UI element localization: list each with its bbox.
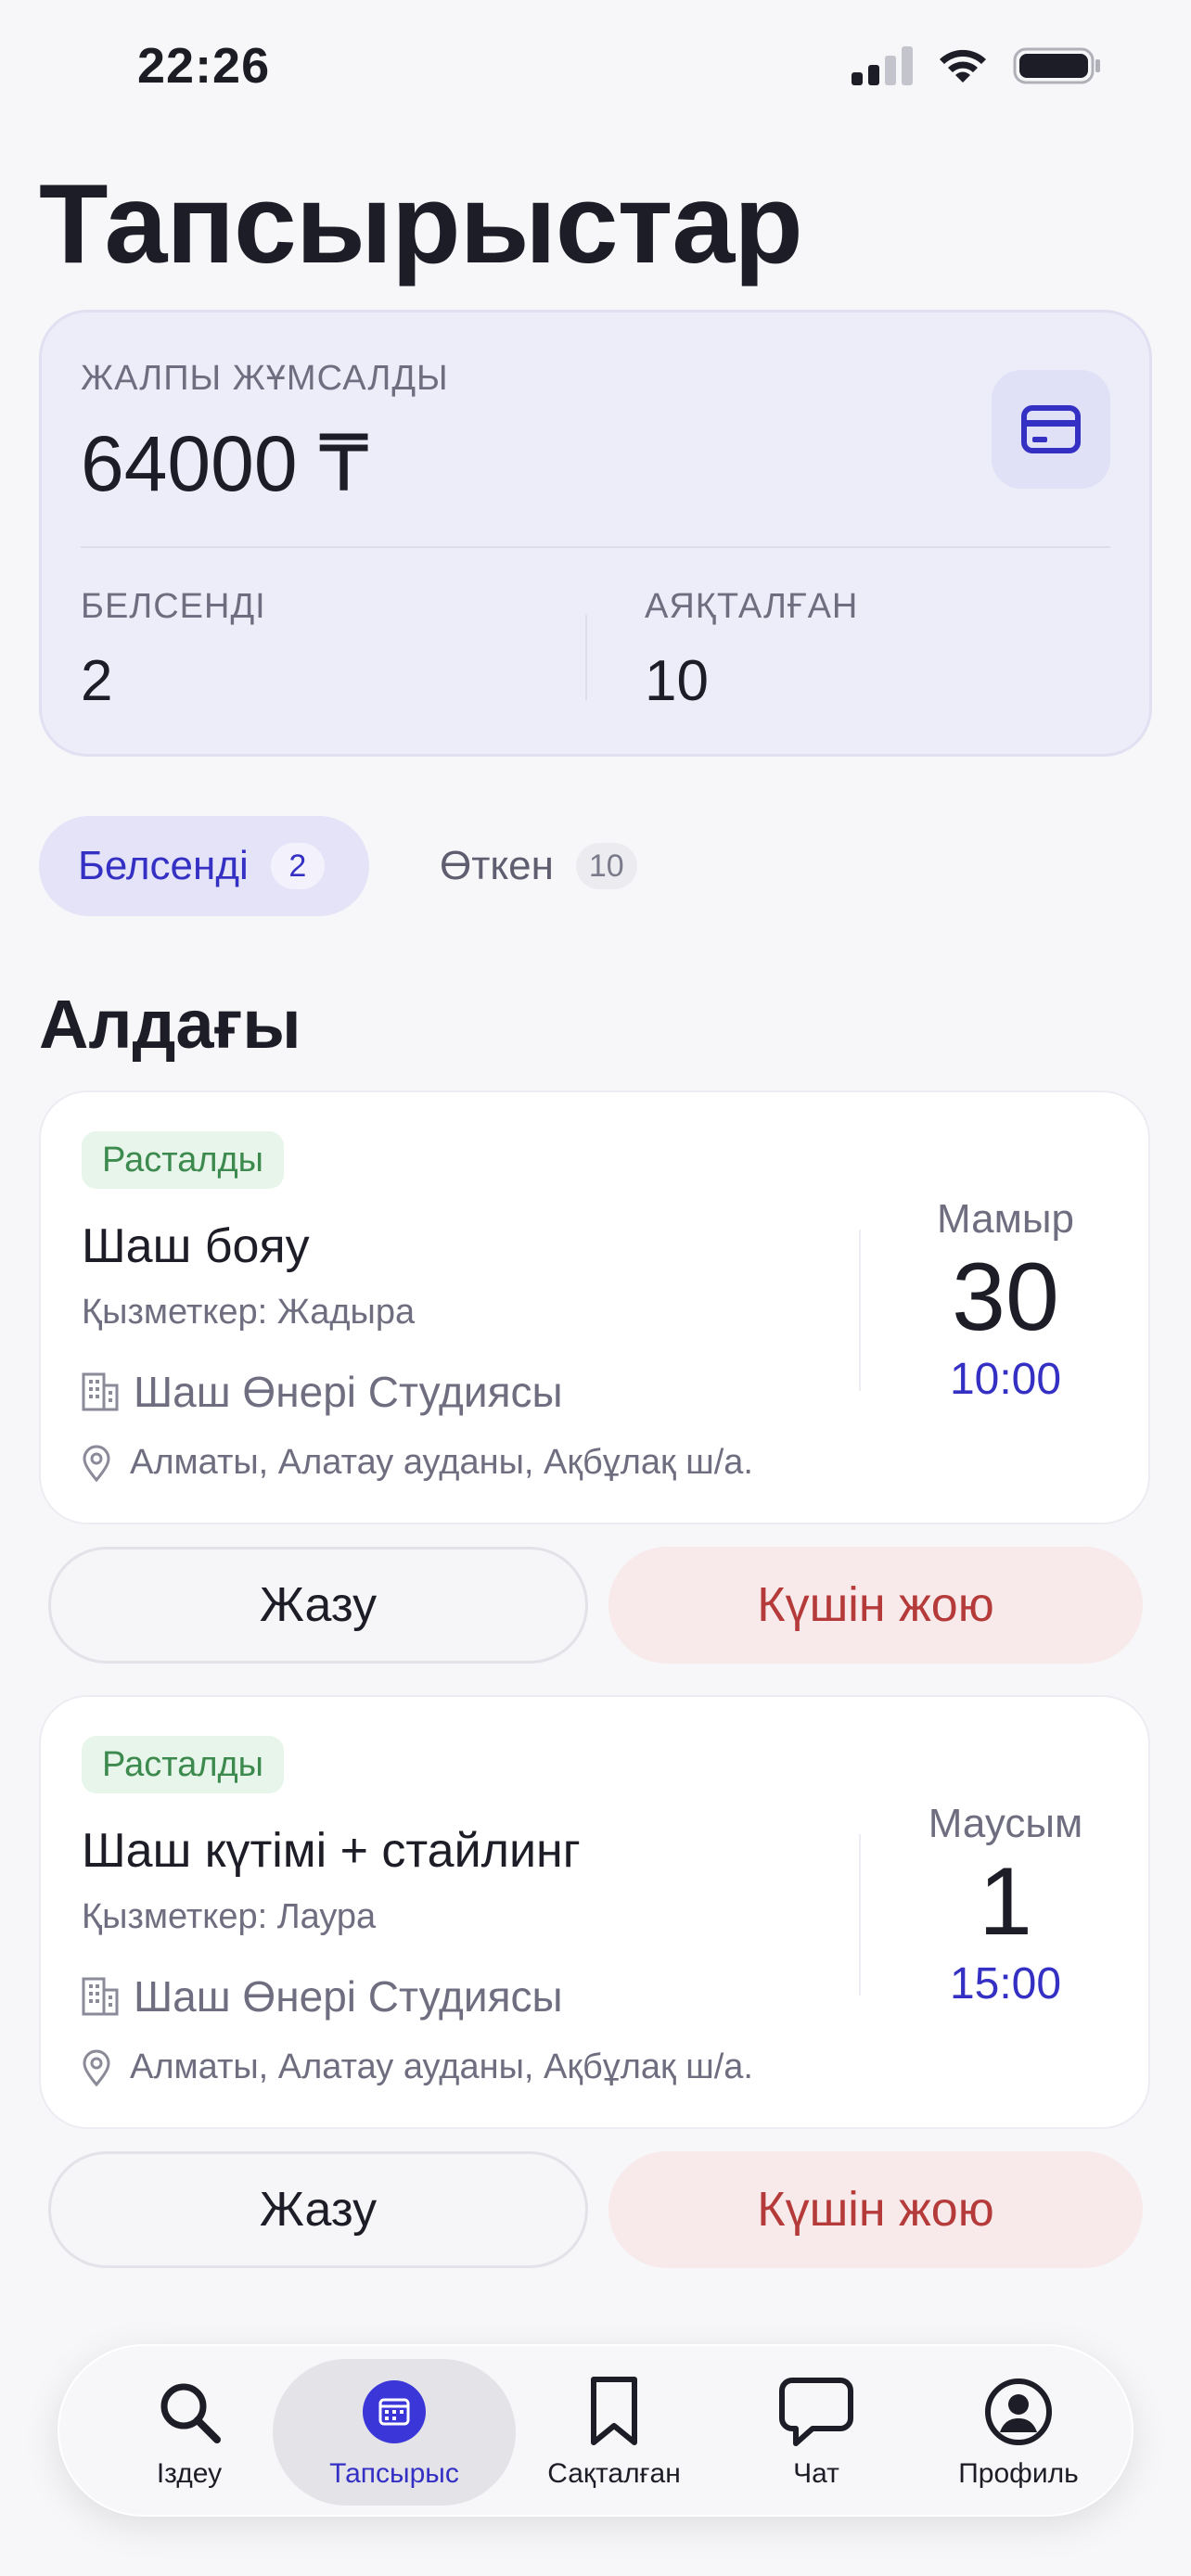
appointment-card[interactable]: Расталды Шаш күтімі + стайлинг Қызметкер… (39, 1695, 1150, 2129)
date-block: Мамыр 30 10:00 (876, 1196, 1135, 1405)
active-count-label: БЕЛСЕНДІ (81, 587, 266, 626)
address-row: Алматы, Алатау ауданы, Ақбұлақ ш/а. (82, 1443, 753, 1483)
summary-divider (81, 546, 1110, 548)
tab-active-label: Белсенді (78, 843, 249, 888)
calendar-icon (357, 2375, 431, 2449)
date-divider (859, 1230, 861, 1391)
tab-active[interactable]: Белсенді 2 (39, 816, 369, 916)
summary-card: ЖАЛПЫ ЖҰМСАЛДЫ 64000 ₸ БЕЛСЕНДІ 2 АЯҚТАЛ… (39, 310, 1152, 757)
wifi-icon (940, 49, 986, 83)
service-name: Шаш күтімі + стайлинг (82, 1824, 581, 1878)
nav-label: Іздеу (156, 2458, 223, 2489)
battery-icon (1013, 47, 1100, 84)
credit-card-icon (1021, 405, 1081, 453)
completed-count-label: АЯҚТАЛҒАН (645, 587, 859, 626)
location-pin-icon (83, 2049, 110, 2086)
tab-past[interactable]: Өткен 10 (401, 816, 679, 916)
page-title: Тапсырыстар (39, 160, 803, 287)
address-text: Алматы, Алатау ауданы, Ақбұлақ ш/а. (130, 2047, 753, 2086)
cancel-button[interactable]: Күшін жою (608, 2151, 1143, 2268)
building-icon (82, 1977, 119, 2016)
date-divider (859, 1834, 861, 1996)
write-button[interactable]: Жазу (48, 2151, 588, 2268)
nav-item-profile[interactable]: Профиль (926, 2359, 1111, 2506)
tab-past-label: Өткен (440, 843, 554, 888)
bookmark-icon (577, 2375, 651, 2449)
date-day: 30 (952, 1243, 1059, 1351)
date-time: 15:00 (949, 1958, 1062, 2009)
status-time: 22:26 (137, 38, 271, 94)
payment-card-button[interactable] (992, 370, 1110, 489)
staff-name: Қызметкер: Лаура (82, 1897, 377, 1936)
status-icons (852, 45, 1102, 87)
location-pin-icon (83, 1445, 110, 1482)
building-icon (82, 1372, 119, 1411)
profile-icon (981, 2375, 1056, 2449)
nav-item-orders[interactable]: Тапсырыс (273, 2359, 516, 2506)
salon-name-row: Шаш Өнері Студиясы (82, 1367, 563, 1417)
date-block: Маусым 1 15:00 (876, 1801, 1135, 2009)
section-title-upcoming: Алдағы (39, 986, 301, 1063)
address-text: Алматы, Алатау ауданы, Ақбұлақ ш/а. (130, 1443, 753, 1482)
search-icon (152, 2375, 226, 2449)
total-spent-label: ЖАЛПЫ ЖҰМСАЛДЫ (81, 359, 449, 398)
nav-item-saved[interactable]: Сақталған (521, 2359, 707, 2506)
salon-name-row: Шаш Өнері Студиясы (82, 1971, 563, 2021)
service-name: Шаш бояу (82, 1219, 310, 1273)
salon-name: Шаш Өнері Студиясы (134, 1972, 563, 2021)
nav-label: Сақталған (547, 2458, 681, 2489)
status-badge: Расталды (82, 1736, 284, 1793)
status-badge: Расталды (82, 1131, 284, 1189)
chat-icon (779, 2375, 853, 2449)
date-day: 1 (979, 1848, 1032, 1956)
nav-item-search[interactable]: Іздеу (96, 2359, 282, 2506)
tab-active-count: 2 (270, 843, 325, 889)
active-count-value: 2 (81, 649, 113, 713)
tab-past-count: 10 (575, 843, 637, 889)
cellular-signal-icon (852, 46, 913, 85)
appointment-card[interactable]: Расталды Шаш бояу Қызметкер: Жадыра Шаш … (39, 1090, 1150, 1524)
salon-name: Шаш Өнері Студиясы (134, 1368, 563, 1416)
total-spent-value: 64000 ₸ (81, 420, 369, 507)
write-button[interactable]: Жазу (48, 1547, 588, 1664)
status-bar: 22:26 (0, 0, 1191, 139)
date-month: Маусым (928, 1801, 1083, 1846)
summary-column-divider (585, 615, 587, 700)
date-month: Мамыр (937, 1196, 1074, 1242)
date-time: 10:00 (949, 1354, 1062, 1404)
nav-label: Чат (793, 2458, 839, 2489)
nav-label: Профиль (958, 2458, 1079, 2489)
staff-name: Қызметкер: Жадыра (82, 1293, 416, 1332)
nav-label: Тапсырыс (329, 2458, 459, 2489)
address-row: Алматы, Алатау ауданы, Ақбұлақ ш/а. (82, 2047, 753, 2087)
cancel-button[interactable]: Күшін жою (608, 1547, 1143, 1664)
bottom-nav: Іздеу Тапсырыс Сақталған Чат Профиль (58, 2344, 1133, 2517)
completed-count-value: 10 (645, 649, 709, 713)
nav-item-chat[interactable]: Чат (724, 2359, 909, 2506)
